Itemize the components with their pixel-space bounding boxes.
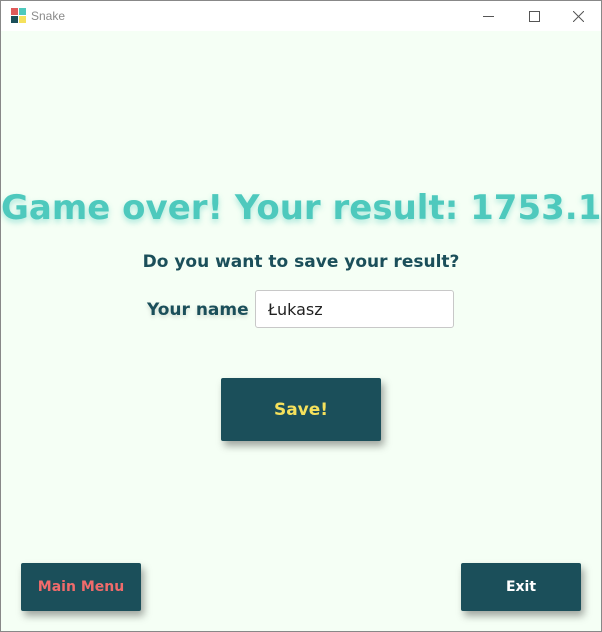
name-input[interactable] [255,290,454,328]
close-button[interactable] [555,1,601,31]
name-label: Your name [147,300,249,320]
game-over-heading: Game over! Your result: 1753.1 [1,188,602,228]
save-question: Do you want to save your result? [142,252,460,272]
close-icon [572,10,584,22]
main-menu-button[interactable]: Main Menu [21,563,141,611]
window-title: Snake [31,9,66,23]
snake-app-icon [11,8,26,23]
icon-quad-teal [19,8,26,15]
icon-quad-dark [11,16,18,23]
app-window: Snake Game over! Your result: 1753.1 Do … [0,0,602,632]
exit-button[interactable]: Exit [461,563,581,611]
minimize-icon [482,15,494,17]
icon-quad-red [11,8,18,15]
maximize-button[interactable] [511,1,557,31]
title-bar[interactable]: Snake [1,1,601,31]
minimize-button[interactable] [465,1,511,31]
maximize-icon [528,10,540,22]
icon-quad-yellow [19,16,26,23]
save-button[interactable]: Save! [221,378,381,441]
